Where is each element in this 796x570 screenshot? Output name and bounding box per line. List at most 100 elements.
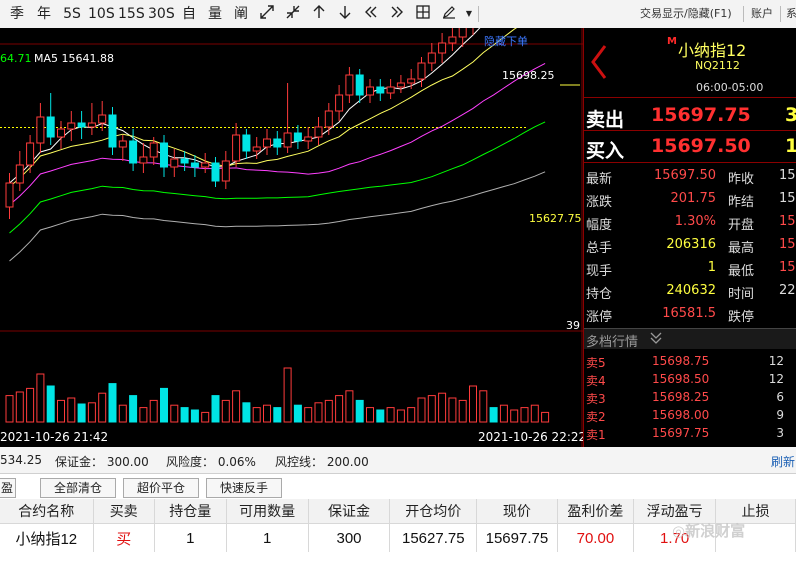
volume-bar — [489, 407, 498, 423]
double-left-icon[interactable] — [360, 4, 382, 24]
col-header[interactable]: 持仓量 — [154, 499, 227, 524]
risk-control-info: 风控线： 200.00 — [275, 455, 369, 469]
refresh-link[interactable]: 刷新 — [771, 453, 795, 470]
period-10s[interactable]: 10S — [88, 4, 115, 24]
period-5s[interactable]: 5S — [60, 4, 84, 24]
indicator-button[interactable]: 阐 — [230, 4, 252, 24]
arrow-up-icon[interactable] — [308, 4, 330, 24]
toolbar-divider — [478, 6, 479, 22]
volume-bar — [417, 397, 426, 423]
volume-bar — [448, 397, 457, 423]
arrow-down-icon[interactable] — [334, 4, 356, 24]
shrink-icon[interactable] — [282, 4, 304, 24]
depth-price[interactable]: 15698.50 — [652, 372, 709, 386]
high-price-label: 15698.25 — [502, 69, 555, 82]
period-30s[interactable]: 30S — [148, 4, 175, 24]
expand-icon[interactable] — [256, 4, 278, 24]
candle-body — [67, 122, 76, 130]
candle-body — [427, 52, 436, 64]
volume-bar — [77, 403, 86, 423]
double-right-icon[interactable] — [386, 4, 408, 24]
col-header[interactable]: 可用数量 — [226, 499, 309, 524]
depth-header[interactable]: 多档行情 — [584, 328, 796, 350]
candle-body — [263, 138, 271, 148]
volume-bar — [118, 404, 127, 423]
candle-body — [87, 122, 96, 128]
volume-bar — [458, 399, 467, 423]
volume-bar — [87, 402, 96, 423]
col-header[interactable]: 保证金 — [308, 499, 391, 524]
volume-bar — [386, 407, 395, 423]
volume-bar — [242, 402, 251, 423]
volume-bar — [180, 407, 189, 423]
col-header[interactable]: 买卖 — [93, 499, 155, 524]
depth-price[interactable]: 15698.75 — [652, 354, 709, 368]
candle-body — [57, 128, 65, 138]
period-custom[interactable]: 自 — [178, 4, 200, 24]
candle-body — [170, 158, 179, 168]
grid-icon[interactable] — [412, 4, 434, 24]
period-year[interactable]: 年 — [33, 4, 55, 24]
col-header[interactable]: 现价 — [476, 499, 558, 524]
volume-bar — [366, 407, 374, 423]
volume-bar — [314, 402, 323, 423]
stat-label-change: 涨跌 — [586, 195, 613, 210]
quick-reverse-button[interactable]: 快速反手 — [206, 478, 282, 498]
over-price-close-button[interactable]: 超价平仓 — [123, 478, 199, 498]
volume-bar — [499, 404, 508, 423]
depth-price[interactable]: 15698.00 — [652, 408, 709, 422]
volume-bar — [324, 399, 333, 423]
system-menu[interactable]: 系 — [786, 6, 796, 22]
period-season[interactable]: 季 — [6, 4, 28, 24]
col-header[interactable]: 开仓均价 — [389, 499, 478, 524]
pen-icon[interactable] — [438, 4, 460, 24]
volume-bar — [510, 409, 519, 423]
kline-chart[interactable]: 64.71 MA5 15641.88 隐藏下单 15698.25 15627.7… — [0, 28, 586, 447]
depth-price[interactable]: 15698.25 — [652, 390, 709, 404]
candle-body — [190, 162, 199, 168]
period-15s[interactable]: 15S — [118, 4, 145, 24]
dropdown-icon[interactable]: ▼ — [462, 4, 476, 24]
time-start-label: 2021-10-26 21:42 — [0, 430, 109, 444]
toggle-trade-display[interactable]: 交易显示/隐藏(F1) — [640, 6, 732, 22]
candle-body — [118, 140, 127, 148]
account-menu[interactable]: 账户 — [751, 6, 773, 22]
stat-value-time: 22 — [779, 283, 796, 298]
market-marker: M — [667, 36, 677, 47]
candle-body — [129, 140, 138, 164]
stat-value-change: 201.75 — [670, 191, 717, 206]
candle-body — [324, 110, 333, 128]
stat-value-limitup: 16581.5 — [662, 306, 716, 321]
candle-body — [293, 132, 302, 142]
close-all-button[interactable]: 全部清仓 — [40, 478, 116, 498]
hide-order-link[interactable]: 隐藏下单 — [484, 33, 528, 49]
stat-value-low: 15 — [779, 260, 796, 275]
col-header[interactable]: 合约名称 — [0, 499, 94, 524]
buy-price[interactable]: 15697.50 — [651, 135, 751, 157]
candle-body — [46, 116, 55, 138]
trading-panel: 534.25 保证金： 300.00 风险度： 0.06% 风控线： 200.0… — [0, 447, 796, 570]
stat-value-volume: 206316 — [666, 237, 716, 252]
candle-body — [232, 134, 241, 162]
cell-avail: 1 — [226, 523, 309, 552]
ma120-line — [9, 171, 546, 262]
sell-price[interactable]: 15697.75 — [651, 104, 751, 126]
candle-body — [386, 86, 395, 94]
candle-body — [36, 116, 45, 144]
candle-body — [366, 86, 374, 96]
depth-price[interactable]: 15697.75 — [652, 426, 709, 440]
volume-toggle[interactable]: 量 — [204, 4, 226, 24]
volume-bar — [170, 404, 179, 423]
candle-body — [448, 36, 457, 44]
depth-qty: 12 — [768, 372, 784, 386]
position-tab[interactable]: 盈 — [0, 478, 16, 498]
volume-bar — [304, 407, 313, 423]
candle-body — [5, 182, 14, 208]
volume-bar — [129, 395, 138, 423]
expand-depth-icon[interactable] — [650, 330, 662, 349]
back-arrow-icon[interactable] — [590, 44, 608, 84]
stat-label-pct: 幅度 — [586, 218, 613, 233]
stat-value-high: 15 — [779, 237, 796, 252]
col-header[interactable]: 盈利价差 — [557, 499, 635, 524]
risk-info: 风险度： 0.06% — [166, 455, 256, 469]
